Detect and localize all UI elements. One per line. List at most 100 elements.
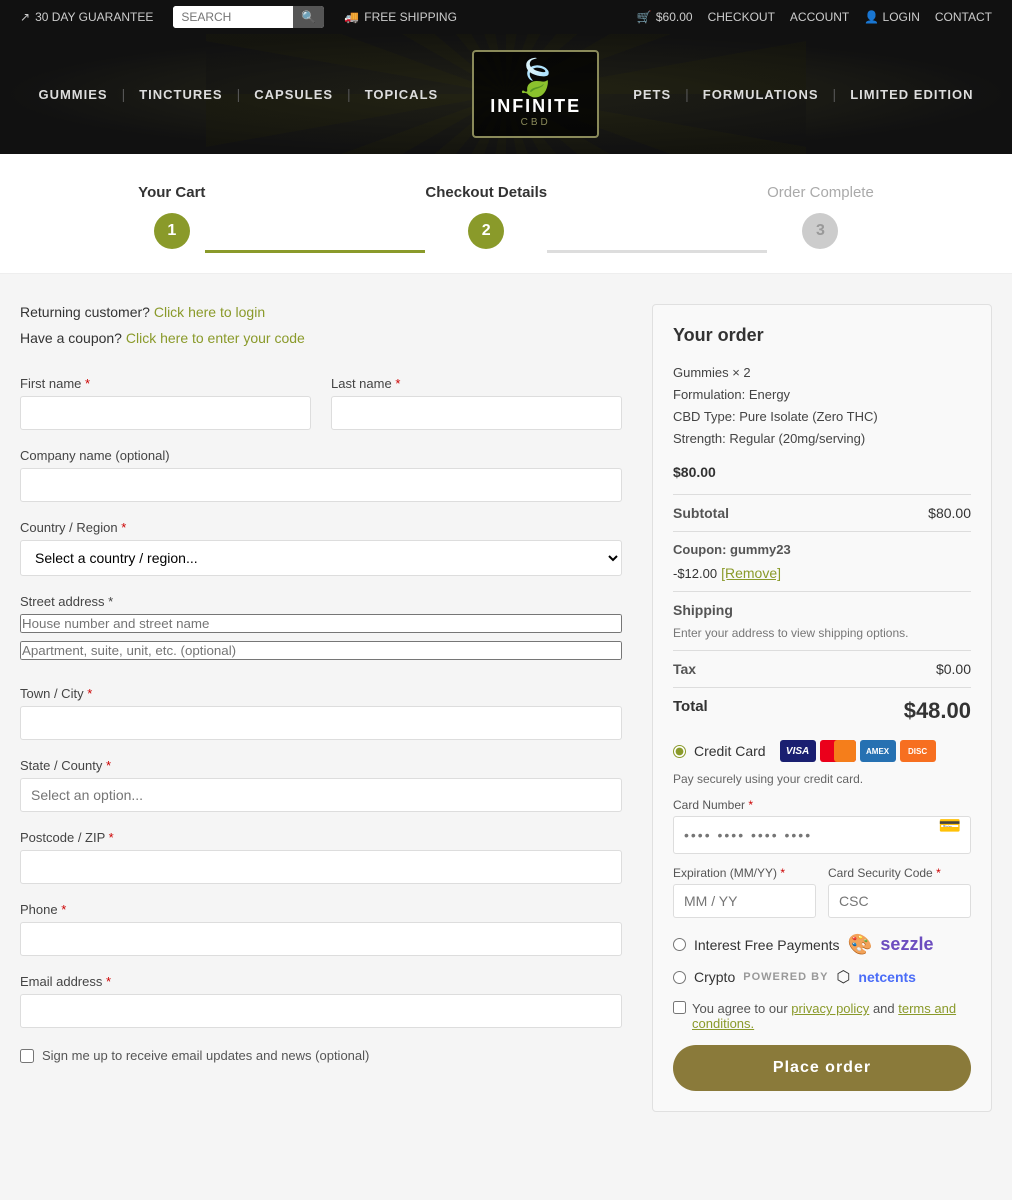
strength: Strength: Regular (20mg/serving): [673, 428, 971, 450]
step-1: Your Cart 1: [138, 184, 205, 249]
sezzle-radio[interactable]: [673, 938, 686, 951]
nav-links-left: GUMMIES | TINCTURES | CAPSULES | TOPICAL…: [24, 86, 452, 102]
nav-limited-edition[interactable]: LIMITED EDITION: [836, 87, 987, 102]
netcents-icon: ⬡: [836, 967, 850, 987]
city-input[interactable]: [20, 706, 622, 740]
coupon-text: Have a coupon? Click here to enter your …: [20, 330, 622, 346]
credit-card-label: Credit Card: [694, 743, 766, 759]
divider-4: [673, 650, 971, 651]
total-row: Total $48.00: [673, 698, 971, 724]
divider-1: [673, 494, 971, 495]
nav-formulations[interactable]: FORMULATIONS: [689, 87, 833, 102]
card-number-input[interactable]: [673, 816, 971, 854]
step-line-1: [205, 184, 425, 253]
total-value: $48.00: [904, 698, 971, 724]
amex-icon: AMEX: [860, 740, 896, 762]
logo-sub: CBD: [490, 117, 581, 128]
place-order-button[interactable]: Place order: [673, 1045, 971, 1091]
company-input[interactable]: [20, 468, 622, 502]
last-name-input[interactable]: [331, 396, 622, 430]
privacy-policy-link[interactable]: privacy policy: [791, 1001, 869, 1016]
agree-checkbox[interactable]: [673, 1001, 686, 1014]
powered-by-text: POWERED BY: [743, 971, 828, 983]
nav-tinctures[interactable]: TINCTURES: [125, 87, 236, 102]
coupon-link[interactable]: Click here to enter your code: [126, 330, 305, 346]
search-input[interactable]: [173, 6, 293, 28]
top-bar-left: ↗ 30 DAY GUARANTEE 🔍 🚚 FREE SHIPPING: [20, 6, 457, 28]
cart-icon: 🛒: [637, 10, 652, 24]
contact-link[interactable]: CONTACT: [935, 10, 992, 24]
nav-gummies[interactable]: GUMMIES: [24, 87, 121, 102]
user-icon: 👤: [864, 10, 879, 24]
first-name-input[interactable]: [20, 396, 311, 430]
guarantee-icon: ↗: [20, 10, 30, 24]
phone-group: Phone *: [20, 902, 622, 956]
country-select[interactable]: Select a country / region...: [20, 540, 622, 576]
state-input[interactable]: [20, 778, 622, 812]
street-label: Street address *: [20, 594, 622, 609]
divider-5: [673, 687, 971, 688]
crypto-radio[interactable]: [673, 971, 686, 984]
checkout-link[interactable]: CHECKOUT: [708, 10, 775, 24]
top-bar-right: 🛒 $60.00 CHECKOUT ACCOUNT 👤 LOGIN CONTAC…: [637, 10, 992, 24]
card-icons: VISA AMEX DISC: [780, 740, 936, 762]
search-button[interactable]: 🔍: [293, 6, 324, 28]
remove-coupon-link[interactable]: [Remove]: [721, 565, 781, 581]
sezzle-text: sezzle: [880, 934, 933, 955]
nav-links-right: PETS | FORMULATIONS | LIMITED EDITION: [619, 86, 987, 102]
sezzle-label: Interest Free Payments: [694, 937, 840, 953]
email-label: Email address *: [20, 974, 622, 989]
company-group: Company name (optional): [20, 448, 622, 502]
discover-icon: DISC: [900, 740, 936, 762]
subtotal-row: Subtotal $80.00: [673, 505, 971, 521]
card-expiry-row: Expiration (MM/YY) * Card Security Code …: [673, 866, 971, 918]
login-link-form[interactable]: Click here to login: [154, 304, 265, 320]
csc-input[interactable]: [828, 884, 971, 918]
divider-3: [673, 591, 971, 592]
brand-logo[interactable]: 🍃 iNFiNiTe CBD: [472, 50, 599, 138]
phone-input[interactable]: [20, 922, 622, 956]
postcode-group: Postcode / ZIP *: [20, 830, 622, 884]
leaf-icon: 🍃: [490, 60, 581, 96]
street-group: Street address *: [20, 594, 622, 668]
city-label: Town / City *: [20, 686, 622, 701]
signup-checkbox[interactable]: [20, 1049, 34, 1063]
mastercard-icon: [820, 740, 856, 762]
divider-2: [673, 531, 971, 532]
shipping-row: Shipping: [673, 602, 971, 618]
cart-link[interactable]: 🛒 $60.00: [637, 10, 693, 24]
company-label: Company name (optional): [20, 448, 622, 463]
search-bar[interactable]: 🔍: [173, 6, 324, 28]
city-group: Town / City *: [20, 686, 622, 740]
login-link[interactable]: 👤 LOGIN: [864, 10, 920, 24]
postcode-input[interactable]: [20, 850, 622, 884]
signup-label: Sign me up to receive email updates and …: [42, 1048, 369, 1063]
formulation: Formulation: Energy: [673, 384, 971, 406]
nav-capsules[interactable]: CAPSULES: [240, 87, 347, 102]
total-label: Total: [673, 698, 708, 724]
nav-bar: GUMMIES | TINCTURES | CAPSULES | TOPICAL…: [0, 34, 1012, 154]
nav-pets[interactable]: PETS: [619, 87, 685, 102]
expiry-label: Expiration (MM/YY) *: [673, 866, 816, 880]
pay-secure-note: Pay securely using your credit card.: [673, 772, 971, 786]
expiry-input[interactable]: [673, 884, 816, 918]
credit-card-radio[interactable]: [673, 745, 686, 758]
nav-topicals[interactable]: TOPICALS: [351, 87, 453, 102]
step-2: Checkout Details 2: [425, 184, 547, 249]
apt-input[interactable]: [20, 641, 622, 660]
guarantee-text: 30 DAY GUARANTEE: [35, 10, 153, 24]
returning-customer-text: Returning customer? Click here to login: [20, 304, 622, 320]
order-details: Gummies × 2 Formulation: Energy CBD Type…: [673, 362, 971, 450]
nav-content: GUMMIES | TINCTURES | CAPSULES | TOPICAL…: [20, 50, 992, 138]
street-input[interactable]: [20, 614, 622, 633]
csc-group: Card Security Code *: [828, 866, 971, 918]
account-link[interactable]: ACCOUNT: [790, 10, 849, 24]
tax-value: $0.00: [936, 661, 971, 677]
netcents-logo: netcents: [858, 969, 916, 985]
last-name-label: Last name *: [331, 376, 622, 391]
agree-row: You agree to our privacy policy and term…: [673, 1001, 971, 1031]
step1-circle: 1: [154, 213, 190, 249]
cbd-type: CBD Type: Pure Isolate (Zero THC): [673, 406, 971, 428]
email-input[interactable]: [20, 994, 622, 1028]
coupon-discount: -$12.00: [673, 566, 717, 581]
